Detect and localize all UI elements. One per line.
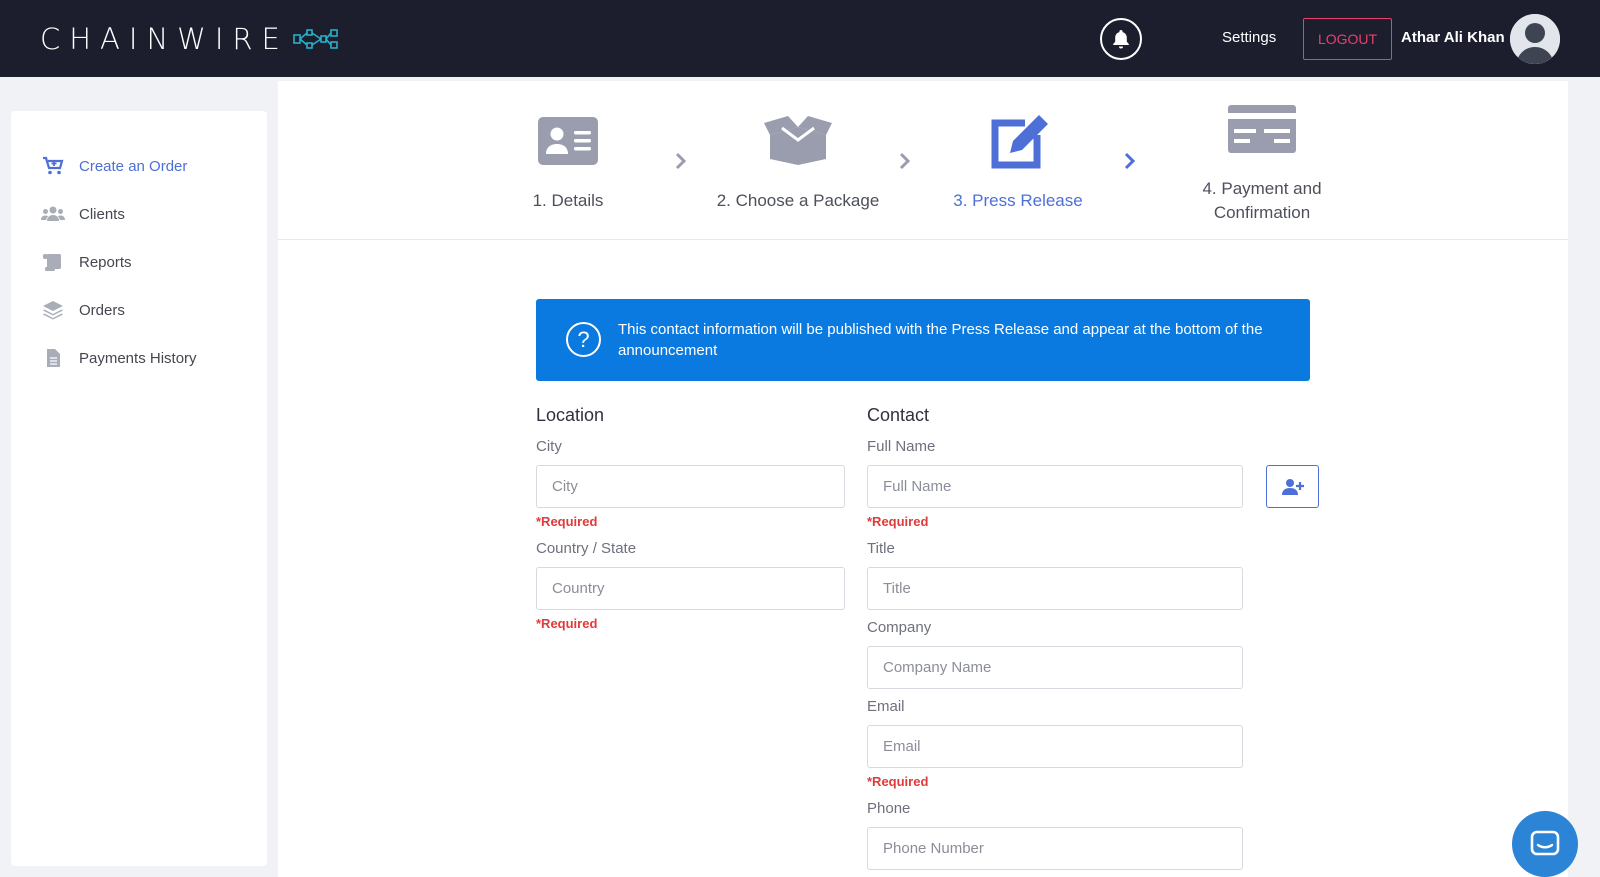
sidebar-item-label: Orders (79, 301, 125, 319)
step-label-line1: 4. Payment and (1202, 179, 1322, 198)
fullname-label: Full Name (867, 438, 936, 455)
scroll-icon (41, 252, 65, 272)
city-input[interactable] (536, 465, 845, 508)
sidebar-item-label: Clients (79, 205, 125, 223)
settings-link[interactable]: Settings (1222, 29, 1276, 46)
title-label: Title (867, 540, 895, 557)
user-name[interactable]: Athar Ali Khan (1401, 29, 1505, 46)
chat-icon (1530, 830, 1560, 856)
sidebar-item-clients[interactable]: Clients (41, 204, 125, 224)
edit-icon (991, 115, 1048, 169)
chevron-right-icon (1124, 152, 1136, 170)
location-section-title: Location (536, 405, 605, 425)
country-label: Country / State (536, 540, 637, 557)
document-icon (41, 348, 65, 368)
sidebar: Create an Order Clients Reports Orders P… (11, 111, 267, 866)
fullname-input[interactable] (867, 465, 1243, 508)
sidebar-item-label: Create an Order (79, 157, 188, 175)
id-card-icon (538, 117, 598, 165)
user-plus-icon (1281, 478, 1304, 495)
title-input[interactable] (867, 567, 1243, 610)
main-content: 1. Details 2. Choose a Package 3. Press … (278, 81, 1568, 877)
sidebar-item-payments-history[interactable]: Payments History (41, 348, 197, 368)
country-required-note: *Required (536, 616, 598, 631)
info-banner: ? This contact information will be publi… (536, 299, 1310, 381)
users-icon (41, 204, 65, 224)
question-circle-icon: ? (566, 322, 601, 357)
logout-button[interactable]: LOGOUT (1303, 18, 1392, 60)
company-input[interactable] (867, 646, 1243, 689)
sidebar-item-reports[interactable]: Reports (41, 252, 132, 272)
logo-text: CHAINWIRE (40, 22, 289, 56)
chevron-right-icon (675, 152, 687, 170)
email-required-note: *Required (867, 774, 929, 789)
step-choose-package[interactable]: 2. Choose a Package (688, 189, 908, 213)
contact-section-title: Contact (867, 405, 930, 425)
city-label: City (536, 438, 562, 455)
open-box-icon (764, 116, 832, 165)
step-label-line2: Confirmation (1213, 203, 1311, 222)
add-contact-button[interactable] (1266, 465, 1319, 508)
step-payment-confirmation[interactable]: 4. Payment and Confirmation (1162, 177, 1362, 225)
country-input[interactable] (536, 567, 845, 610)
sidebar-item-label: Payments History (79, 349, 197, 367)
sidebar-item-orders[interactable]: Orders (41, 300, 125, 320)
fullname-required-note: *Required (867, 514, 929, 529)
email-input[interactable] (867, 725, 1243, 768)
bell-icon (1113, 30, 1129, 49)
cart-plus-icon (41, 156, 65, 176)
step-press-release[interactable]: 3. Press Release (918, 189, 1118, 213)
layers-icon (41, 300, 65, 320)
phone-label: Phone (867, 800, 911, 817)
logo-mark-icon (293, 29, 338, 49)
avatar[interactable] (1510, 14, 1560, 64)
credit-card-icon (1228, 105, 1296, 153)
step-details[interactable]: 1. Details (508, 189, 628, 213)
city-required-note: *Required (536, 514, 598, 529)
email-label: Email (867, 698, 905, 715)
top-bar: CHAINWIRE Settings LOGOUT Athar Ali Khan (0, 0, 1600, 77)
user-avatar-icon (1510, 14, 1560, 64)
sidebar-item-create-order[interactable]: Create an Order (41, 156, 187, 176)
chevron-right-icon (899, 152, 911, 170)
divider (278, 239, 1568, 240)
company-label: Company (867, 619, 932, 636)
phone-input[interactable] (867, 827, 1243, 870)
sidebar-item-label: Reports (79, 253, 132, 271)
chat-widget-button[interactable] (1512, 811, 1578, 877)
info-banner-text: This contact information will be publish… (618, 321, 1263, 359)
chainwire-logo[interactable]: CHAINWIRE (40, 22, 339, 56)
notifications-bell-icon[interactable] (1100, 18, 1142, 60)
